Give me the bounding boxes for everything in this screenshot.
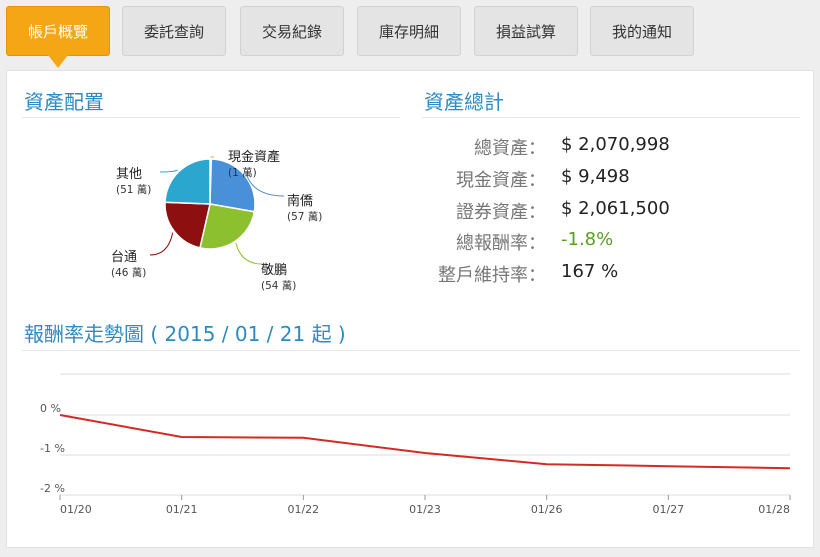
- total-return-label: 總報酬率：: [456, 233, 546, 254]
- pie-leader-line: [149, 232, 174, 256]
- pie-slice: [164, 158, 211, 205]
- pie-slice-name: 台通: [111, 250, 137, 265]
- y-tick-label: 0 %: [40, 402, 61, 415]
- maintenance-ratio-value: 167 %: [561, 261, 619, 282]
- x-tick-label: 01/23: [409, 503, 441, 516]
- pie-slice-name: 現金資產: [228, 149, 280, 165]
- x-tick-label: 01/20: [60, 503, 92, 516]
- pie-slice-name: 南僑: [287, 193, 313, 209]
- cash-assets-value: $ 9,498: [561, 166, 630, 187]
- summary-divider: [422, 117, 800, 118]
- pie-slice-amount: (1 萬): [228, 166, 257, 179]
- trend-title: 報酬率走勢圖 ( 2015 / 01 / 21 起 ): [24, 322, 346, 346]
- total-assets-value: $ 2,070,998: [561, 134, 670, 155]
- x-tick-label: 01/27: [652, 503, 684, 516]
- pie-leader-line: [235, 243, 263, 265]
- pie-slice-amount: (57 萬): [287, 210, 322, 223]
- securities-assets-label: 證券資產：: [456, 202, 546, 223]
- return-series-line: [59, 414, 791, 470]
- pie-slice-name: 其他: [116, 167, 142, 182]
- tab-my-notifications[interactable]: 我的通知: [590, 6, 694, 56]
- pie-slice-name: 敬鵬: [261, 262, 287, 278]
- total-return-value: -1.8%: [561, 229, 614, 250]
- maintenance-ratio-label: 整戶維持率：: [438, 265, 546, 286]
- allocation-pie-chart: 現金資產(1 萬) 南僑(57 萬) 敬鵬(54 萬) 台通(46 萬) 其他(51 萬…: [111, 149, 322, 292]
- x-tick-label: 01/28: [758, 503, 790, 516]
- x-tick-label: 01/21: [166, 503, 198, 516]
- tab-profit-loss-calc[interactable]: 損益試算: [474, 6, 578, 56]
- summary-title: 資產總計: [424, 90, 504, 114]
- securities-assets-value: $ 2,061,500: [561, 198, 670, 219]
- tab-label: 我的通知: [611, 23, 672, 41]
- trend-divider: [22, 350, 800, 351]
- total-assets-label: 總資產：: [474, 138, 546, 159]
- y-tick-label: -1 %: [40, 442, 65, 455]
- y-tick-label: -2 %: [40, 482, 65, 495]
- pie-slice-amount: (54 萬): [261, 279, 296, 292]
- x-tick-label: 01/22: [287, 503, 319, 516]
- pie-slice-amount: (51 萬): [116, 183, 151, 196]
- x-tick-label: 01/26: [531, 503, 563, 516]
- tab-label: 損益試算: [495, 23, 556, 41]
- cash-assets-label: 現金資產：: [456, 170, 546, 191]
- pie-slice-amount: (46 萬): [111, 266, 146, 279]
- pie-leader-line: [159, 169, 178, 173]
- return-trend-chart: 0 % -1 % -2 % 01/20 01/21 01/22 01/23 01/26 01/…: [40, 373, 791, 516]
